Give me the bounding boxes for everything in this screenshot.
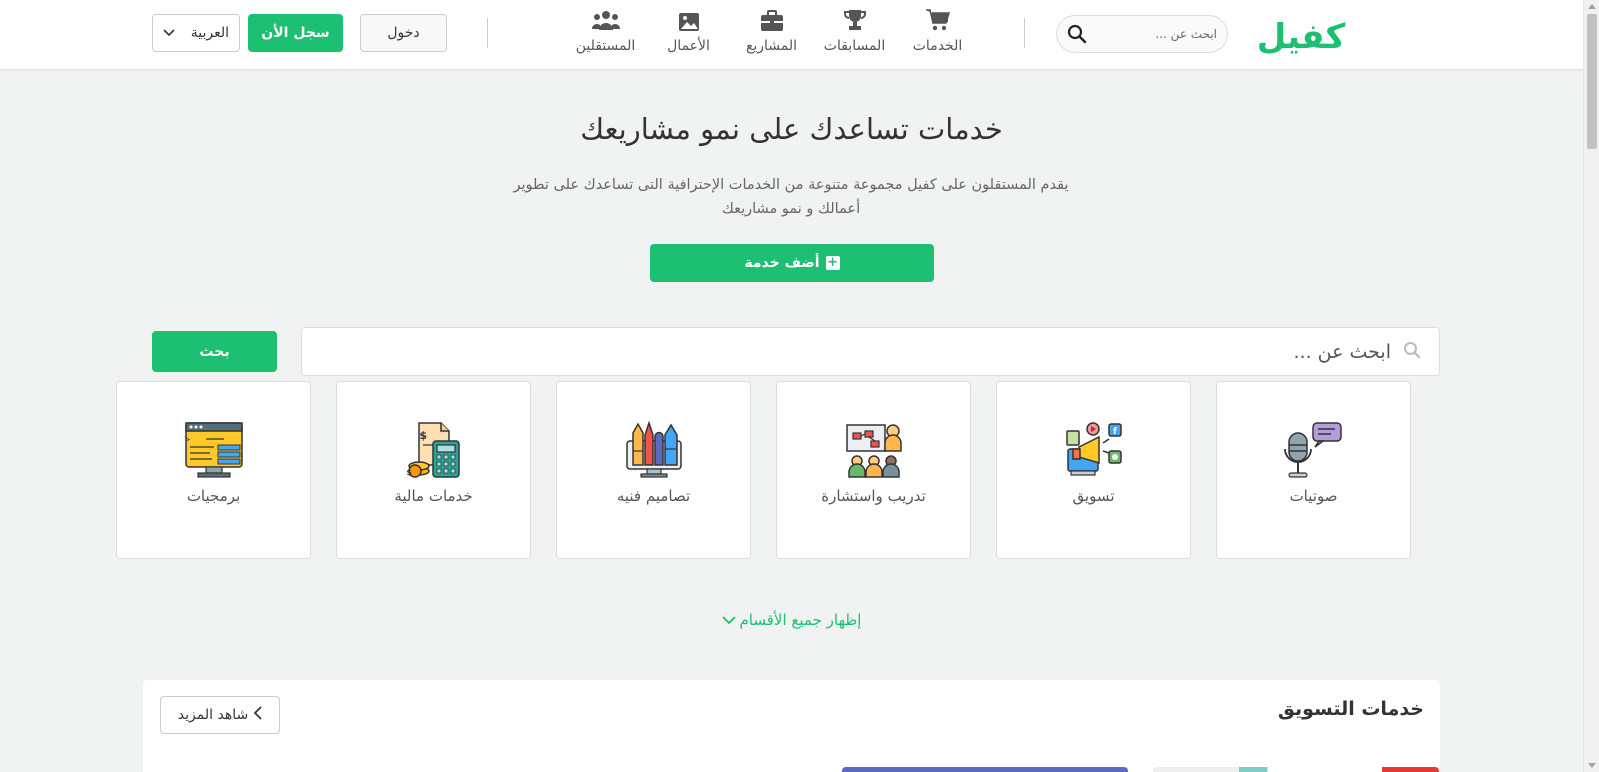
nav-item-contests[interactable]: المسابقات <box>816 6 893 54</box>
svg-text:$: $ <box>419 429 427 442</box>
search-icon[interactable] <box>1067 24 1087 44</box>
page-title: خدمات تساعدك على نمو مشاريعك <box>580 112 1003 146</box>
main-search-bar[interactable] <box>301 327 1440 376</box>
microphone-icon <box>1283 421 1345 479</box>
marketing-services-section: خدمات التسويق شاهد المزيد <box>143 680 1440 772</box>
nav-label: الأعمال <box>667 38 710 54</box>
search-button[interactable]: بحث <box>152 331 277 372</box>
svg-text:f: f <box>1113 427 1117 437</box>
nav-item-freelancers[interactable]: المستقلين <box>567 6 644 54</box>
art-tools-icon <box>625 421 683 479</box>
header-divider <box>487 18 488 48</box>
presentation-icon <box>845 421 903 479</box>
category-card-audio[interactable]: صوتيات <box>1216 381 1411 559</box>
category-label: تدريب واستشارة <box>821 487 926 505</box>
logo[interactable]: كفيل <box>1251 10 1351 60</box>
code-monitor-icon: </> <box>184 421 244 479</box>
add-service-label: أضف خدمة <box>744 255 820 271</box>
main-search-input[interactable] <box>320 340 1391 363</box>
nav-label: المسابقات <box>823 38 886 54</box>
cart-icon <box>925 6 951 32</box>
see-more-button[interactable]: شاهد المزيد <box>160 696 280 734</box>
scroll-down-arrow[interactable] <box>1588 763 1596 768</box>
calculator-icon: $ $ <box>405 421 463 479</box>
add-service-button[interactable]: + أضف خدمة <box>650 244 934 282</box>
language-label: العربية <box>190 25 229 41</box>
category-card-training[interactable]: تدريب واستشارة <box>776 381 971 559</box>
language-select[interactable]: العربية <box>152 14 240 52</box>
header-search[interactable] <box>1056 15 1228 53</box>
plus-icon: + <box>825 255 840 270</box>
nav-label: المشاريع <box>745 38 798 54</box>
svg-text:</>: </> <box>184 435 190 444</box>
briefcase-icon <box>760 6 784 32</box>
top-header: كفيل الخدمات المسابقات المشاريع <box>0 0 1583 70</box>
category-card-marketing[interactable]: f تسويق <box>996 381 1191 559</box>
category-card-programming[interactable]: </> برمجيات <box>116 381 311 559</box>
svg-text:$: $ <box>406 468 412 477</box>
header-search-input[interactable] <box>1097 27 1217 41</box>
trophy-icon <box>843 6 867 32</box>
section-title: خدمات التسويق <box>1277 698 1424 720</box>
nav-item-services[interactable]: الخدمات <box>899 6 976 54</box>
chevron-down-icon <box>721 611 736 629</box>
category-card-design[interactable]: تصاميم فنيه <box>556 381 751 559</box>
megaphone-icon: f <box>1065 421 1123 479</box>
category-label: تسويق <box>1072 487 1115 505</box>
page-subtitle: يقدم المستقلون على كفيل مجموعة متنوعة من… <box>513 177 1069 217</box>
category-label: تصاميم فنيه <box>616 487 691 505</box>
header-divider <box>1024 18 1025 48</box>
scrollbar-thumb[interactable] <box>1587 14 1597 149</box>
nav-label: المستقلين <box>575 38 636 54</box>
service-card-thumbnail[interactable] <box>842 767 1128 772</box>
service-card-thumbnail[interactable] <box>1153 767 1439 772</box>
nav-item-projects[interactable]: المشاريع <box>733 6 810 54</box>
svg-text:كفيل: كفيل <box>1257 17 1346 57</box>
users-icon <box>591 6 620 32</box>
nav-item-works[interactable]: الأعمال <box>650 6 727 54</box>
main-nav: الخدمات المسابقات المشاريع الأعمال المست… <box>561 6 976 54</box>
category-label: برمجيات <box>186 487 241 505</box>
signup-button[interactable]: سجل الأن <box>248 14 343 52</box>
login-button[interactable]: دخول <box>360 14 447 52</box>
show-all-categories-link[interactable]: إظهار جميع الأقسام <box>0 611 1583 629</box>
chevron-left-icon <box>253 706 262 724</box>
chevron-down-icon <box>163 25 175 41</box>
show-all-label: إظهار جميع الأقسام <box>739 611 862 629</box>
search-icon <box>1403 341 1421 363</box>
category-card-finance[interactable]: $ $ خدمات مالية <box>336 381 531 559</box>
nav-label: الخدمات <box>912 38 963 54</box>
see-more-label: شاهد المزيد <box>177 707 249 723</box>
category-label: صوتيات <box>1289 487 1338 505</box>
page-scrollbar[interactable] <box>1583 0 1599 772</box>
image-icon <box>678 6 700 32</box>
scroll-up-arrow[interactable] <box>1588 4 1596 9</box>
category-label: خدمات مالية <box>394 487 473 505</box>
